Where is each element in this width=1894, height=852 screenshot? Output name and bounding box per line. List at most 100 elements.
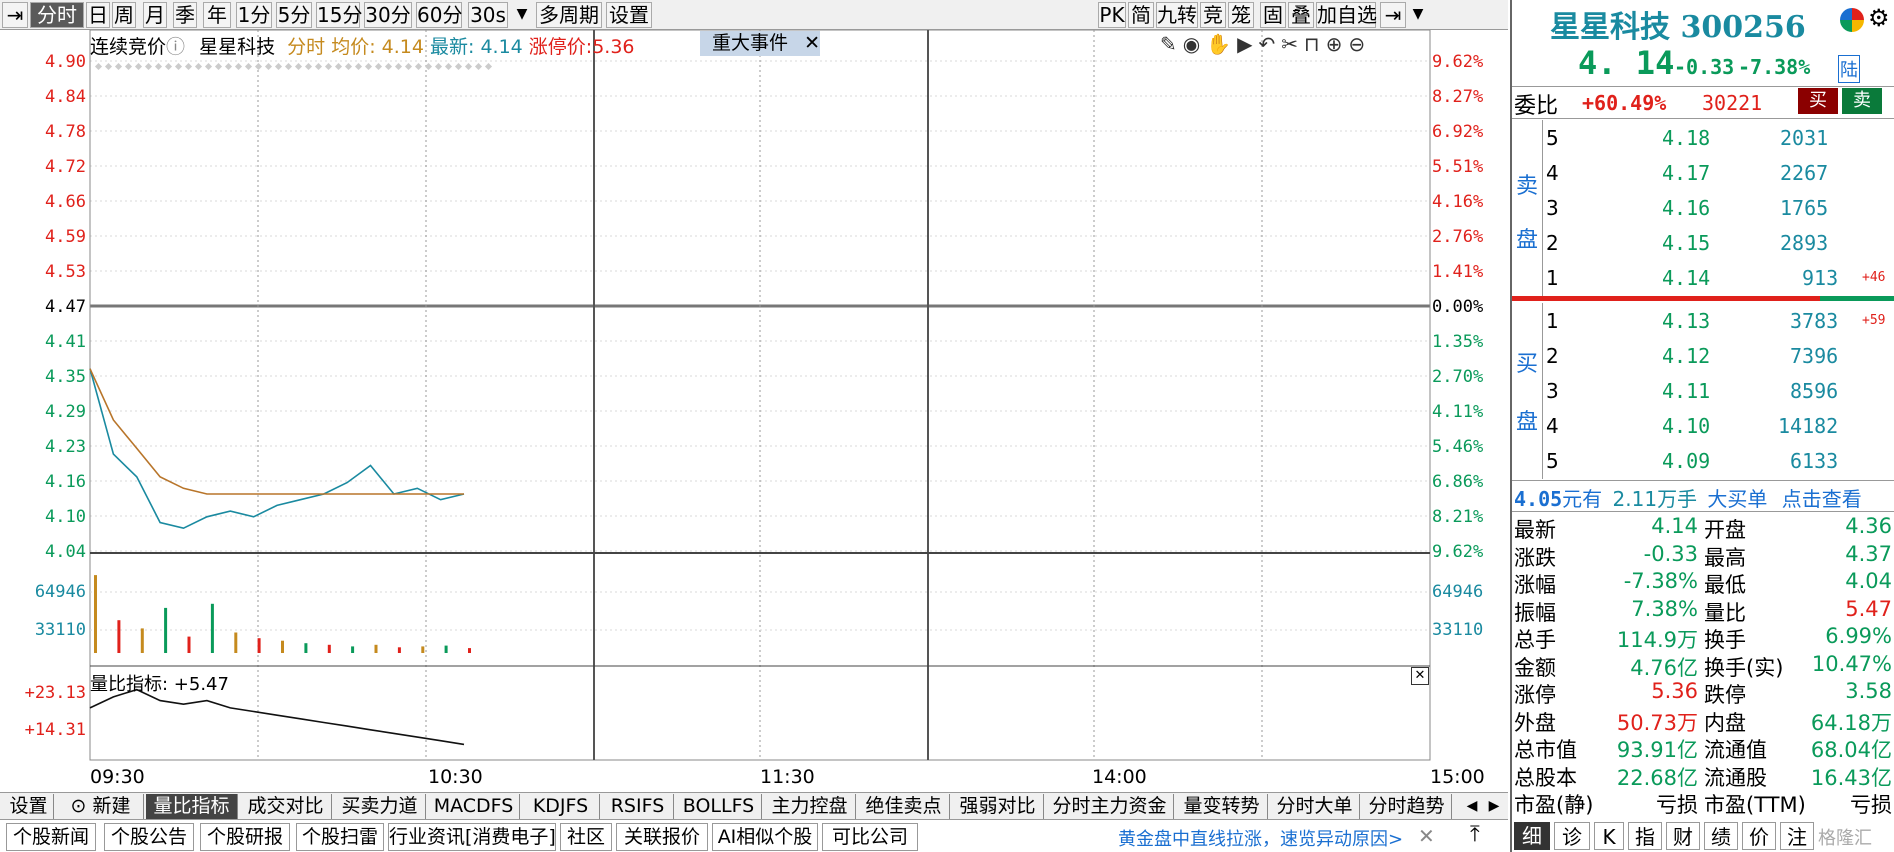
tab-15min[interactable]: 15分 [316,2,362,28]
tab-stock-research[interactable]: 个股研报 [200,823,290,851]
tab-day[interactable]: 日 [86,2,110,28]
pin-icon[interactable]: ⇥ [2,2,28,28]
tab-best-sell[interactable]: 绝佳卖点 [858,794,950,819]
major-event-label: 重大事件 [712,32,789,54]
tab-price[interactable]: 价 [1742,822,1776,850]
volume-bar [187,636,191,653]
sell-button[interactable]: 卖 [1842,88,1882,114]
tab-industry-news[interactable]: 行业资讯[消费电子] [388,823,556,851]
scissors-icon[interactable]: ✂ [1281,32,1304,56]
tab-60min[interactable]: 60分 [416,2,462,28]
tab-performance[interactable]: 绩 [1704,822,1738,850]
long-button[interactable]: 笼 [1228,2,1254,28]
close-icon[interactable]: ✕ [1418,824,1435,848]
eye-icon[interactable]: ◉ [1183,32,1206,56]
tab-1min[interactable]: 1分 [236,2,272,28]
news-bar: 个股新闻 个股公告 个股研报 个股扫雷 行业资讯[消费电子] 社区 关联报价 A… [0,819,1508,852]
bid-change: +59 [1862,313,1886,328]
tab-indicator-settings[interactable]: 设置 [4,794,54,819]
sell-side-label: 盘 [1516,228,1539,253]
zoom-in-icon[interactable]: ⊕ [1326,32,1349,56]
time-tick: 11:30 [760,766,815,788]
tab-buy-sell-force[interactable]: 买卖力道 [334,794,426,819]
tab-comparable[interactable]: 可比公司 [822,823,918,851]
scroll-top-icon[interactable]: ⤒ [1470,822,1480,847]
die-button[interactable]: 叠 [1288,2,1314,28]
simple-button[interactable]: 简 [1128,2,1154,28]
tab-kline[interactable]: K [1594,822,1624,850]
tab-season[interactable]: 季 [173,2,197,28]
price-line [89,368,465,530]
tab-bollfs[interactable]: BOLLFS [676,794,762,819]
big-order-unit: 元有 [1562,487,1603,511]
gear-icon[interactable]: ⚙ [1868,4,1890,32]
stat-label: 量比 [1704,600,1746,625]
tab-stock-scan[interactable]: 个股扫雷 [296,823,384,851]
jing-button[interactable]: 竞 [1200,2,1226,28]
tab-stock-news[interactable]: 个股新闻 [6,823,96,851]
buy-button[interactable]: 买 [1798,88,1838,114]
tab-lb-indicator[interactable]: 量比指标 [146,794,238,819]
tab-volume-shift[interactable]: 量变转势 [1176,794,1268,819]
pin-right-icon[interactable]: ⇥ [1380,2,1406,28]
fenshi-label: 分时 [287,36,326,58]
chart-tool-icons[interactable]: ✎◉✋▶↶✂⊓⊕⊖ [1160,32,1371,56]
tab-volume-compare[interactable]: 成交对比 [240,794,332,819]
zoom-out-icon[interactable]: ⊖ [1348,32,1371,56]
volume-bar [374,644,378,653]
tab-30min[interactable]: 30分 [364,2,412,28]
stat-value: 5.36 [1651,679,1698,703]
tab-ai-similar[interactable]: AI相似个股 [712,823,818,851]
pen-icon[interactable]: ✎ [1160,32,1183,56]
close-indicator-icon[interactable]: ✕ [1411,667,1429,685]
tab-fenshi[interactable]: 分时 [30,2,84,28]
jiuzhuan-button[interactable]: 九转 [1156,2,1198,28]
color-wheel-icon[interactable] [1840,8,1864,32]
lb-tick: +23.13 [24,683,86,703]
tab-note[interactable]: 注 [1780,822,1814,850]
lock-icon[interactable]: ⊓ [1304,32,1326,56]
scroll-left-icon[interactable]: ◀ [1462,794,1482,819]
tab-finance[interactable]: 财 [1666,822,1700,850]
event-marker [134,62,143,71]
tab-kdjfs[interactable]: KDJFS [522,794,600,819]
news-ticker-link[interactable]: 黄金盘中直线拉涨，速览异动原因> [1118,825,1403,851]
tab-month[interactable]: 月 [143,2,167,28]
tab-week[interactable]: 周 [112,2,136,28]
tab-macdfs[interactable]: MACDFS [428,794,520,819]
major-event-button[interactable]: 重大事件 ✕ [700,31,820,56]
tab-rsifs[interactable]: RSIFS [602,794,674,819]
undo-icon[interactable]: ↶ [1259,32,1282,56]
tab-settings[interactable]: 设置 [606,2,652,28]
gu-button[interactable]: 固 [1260,2,1286,28]
tab-index[interactable]: 指 [1628,822,1662,850]
tab-main-control[interactable]: 主力控盘 [764,794,856,819]
chevron-down-icon[interactable]: ▼ [1408,2,1428,28]
tab-new-indicator[interactable]: ⊙ 新建 [58,794,144,819]
tab-strength-compare[interactable]: 强弱对比 [952,794,1044,819]
info-icon[interactable]: ⓘ [166,36,185,58]
close-icon[interactable]: ✕ [804,32,820,54]
tab-community[interactable]: 社区 [560,823,612,851]
scroll-right-icon[interactable]: ▶ [1484,794,1504,819]
tab-stock-notice[interactable]: 个股公告 [104,823,194,851]
view-big-order-link[interactable]: 点击查看 [1782,487,1862,511]
tab-5min[interactable]: 5分 [276,2,312,28]
hand-icon[interactable]: ✋ [1206,32,1237,56]
tab-detail[interactable]: 细 [1514,822,1550,850]
tab-main-fund[interactable]: 分时主力资金 [1046,794,1174,819]
chevron-down-icon[interactable]: ▼ [510,2,534,28]
play-icon[interactable]: ▶ [1237,32,1258,56]
tab-30s[interactable]: 30s [468,2,508,28]
add-watchlist-button[interactable]: 加自选 [1316,2,1377,28]
tab-big-orders[interactable]: 分时大单 [1270,794,1360,819]
tab-year[interactable]: 年 [203,2,231,28]
tab-related-quote[interactable]: 关联报价 [616,823,708,851]
pk-button[interactable]: PK [1098,2,1126,28]
tab-trend[interactable]: 分时趋势 [1362,794,1452,819]
tab-diagnose[interactable]: 诊 [1554,822,1590,850]
event-marker [454,62,463,71]
stat-label: 换手(实) [1704,655,1784,680]
stat-label: 涨停 [1514,683,1556,707]
tab-multi-period[interactable]: 多周期 [536,2,602,28]
